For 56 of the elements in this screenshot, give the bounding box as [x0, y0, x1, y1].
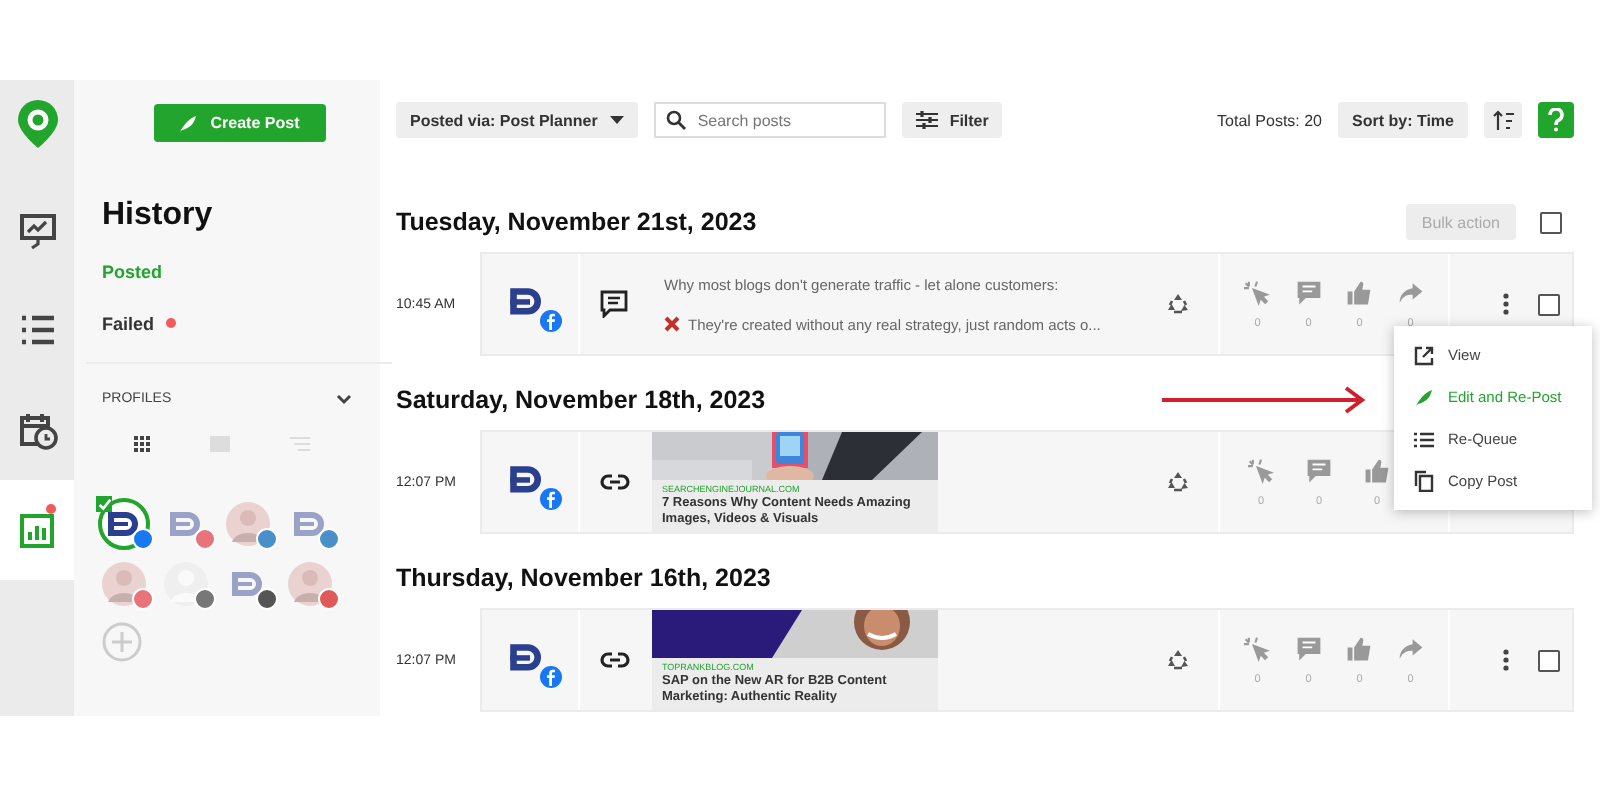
- click-icon: [1248, 457, 1274, 483]
- click-icon: [1244, 279, 1271, 305]
- comment-icon: [600, 290, 628, 318]
- copy-icon: [1414, 470, 1434, 492]
- comment-icon: [1295, 635, 1322, 661]
- recycle-icon[interactable]: [1166, 470, 1190, 494]
- list-icon: [17, 310, 57, 350]
- comment-icon: [1306, 457, 1332, 483]
- calendar-clock-icon: [17, 410, 57, 450]
- facebook-badge-icon: [540, 487, 562, 510]
- sort-button[interactable]: Sort by: Time: [1338, 102, 1468, 138]
- status-tab[interactable]: Failed: [102, 310, 360, 336]
- share-arrow-icon: [1397, 635, 1424, 661]
- link-icon: [599, 474, 629, 490]
- check-icon: [96, 496, 112, 512]
- sliders-icon: [915, 110, 938, 130]
- search-field[interactable]: Search posts: [653, 102, 886, 138]
- chevron-down-icon[interactable]: [336, 393, 352, 405]
- more-options-icon[interactable]: [1502, 292, 1510, 316]
- sort-order-icon: [1492, 109, 1514, 131]
- click-icon: [1244, 635, 1271, 661]
- location-pin-logo-icon[interactable]: [17, 100, 57, 148]
- date-heading: Thursday, November 16th, 2023: [396, 564, 771, 592]
- recycle-icon[interactable]: [1166, 648, 1190, 672]
- notification-dot: [46, 504, 56, 514]
- post-checkbox[interactable]: [1538, 649, 1560, 671]
- presentation-chart-icon: [17, 210, 57, 250]
- thumbs-up-icon: [1346, 635, 1373, 661]
- source-dropdown[interactable]: Posted via: Post Planner: [396, 102, 638, 138]
- thumbs-up-icon: [1346, 279, 1373, 305]
- comment-icon: [1295, 279, 1322, 305]
- external-link-icon: [1414, 345, 1434, 365]
- date-heading: Tuesday, November 21st, 2023: [396, 208, 757, 236]
- date-heading: Saturday, November 18th, 2023: [396, 386, 766, 414]
- sort-direction-button[interactable]: [1484, 102, 1522, 138]
- caret-icon: [609, 116, 624, 124]
- share-arrow-icon: [1397, 279, 1424, 305]
- total-posts-text: Total Posts: 20: [1217, 111, 1323, 129]
- post-checkbox[interactable]: [1538, 293, 1560, 315]
- facebook-badge-icon: [540, 309, 562, 332]
- list-icon: [1414, 429, 1434, 449]
- page-title: History: [102, 198, 215, 234]
- more-options-icon[interactable]: [1502, 648, 1510, 672]
- thumbs-up-icon: [1364, 457, 1390, 483]
- filter-button[interactable]: Filter: [901, 102, 1003, 138]
- facebook-badge-icon: [540, 665, 562, 688]
- feather-icon: [178, 113, 199, 133]
- help-button[interactable]: [1538, 102, 1574, 138]
- recycle-icon[interactable]: [1166, 292, 1190, 316]
- bar-chart-icon: [17, 510, 57, 550]
- link-icon: [599, 652, 629, 668]
- tile-view-icon[interactable]: [208, 434, 233, 454]
- cross-icon: [664, 316, 680, 332]
- feather-icon: [1414, 387, 1434, 407]
- question-mark-icon: [1548, 108, 1564, 132]
- grid-view-icon[interactable]: [129, 434, 154, 454]
